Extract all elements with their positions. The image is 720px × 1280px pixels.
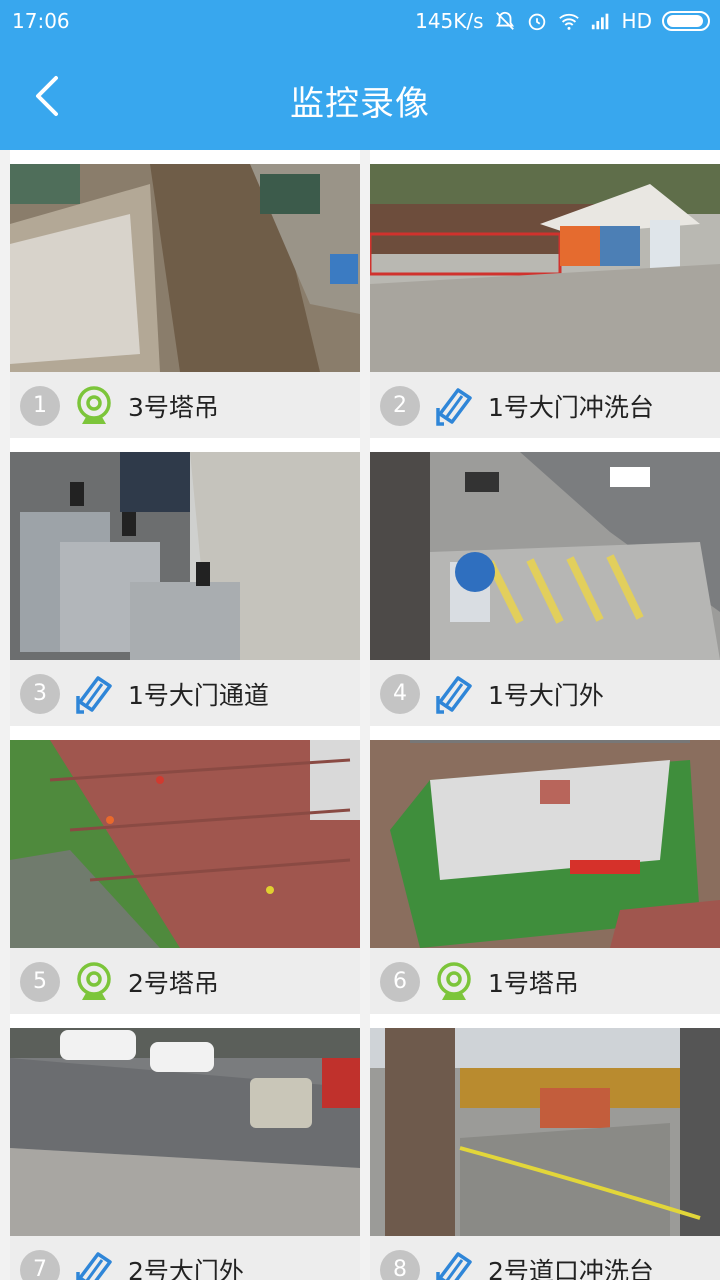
status-right: 145K/s HD bbox=[415, 6, 710, 36]
camera-thumbnail[interactable] bbox=[370, 164, 720, 372]
camera-index-badge: 1 bbox=[20, 386, 60, 426]
camera-index-badge: 4 bbox=[380, 674, 420, 714]
camera-label-row: 4 1号大门外 bbox=[370, 660, 720, 728]
bullet-camera-icon bbox=[436, 388, 472, 426]
camera-index-badge: 2 bbox=[380, 386, 420, 426]
network-speed: 145K/s bbox=[415, 9, 484, 33]
camera-index-badge: 6 bbox=[380, 962, 420, 1002]
camera-name: 1号大门外 bbox=[488, 681, 604, 710]
camera-grid: 1 3号塔吊 2 1号大门冲洗台 3 1号大门通道 4 1号大门外 5 2号塔吊… bbox=[0, 150, 720, 1280]
camera-index-badge: 8 bbox=[380, 1250, 420, 1280]
camera-card[interactable]: 2 1号大门冲洗台 bbox=[370, 150, 720, 440]
camera-label-row: 6 1号塔吊 bbox=[370, 948, 720, 1016]
camera-label-row: 1 3号塔吊 bbox=[10, 372, 360, 440]
page-title: 监控录像 bbox=[290, 84, 430, 124]
alarm-icon bbox=[528, 13, 545, 31]
camera-card[interactable]: 7 2号大门外 bbox=[10, 1014, 360, 1280]
camera-thumbnail[interactable] bbox=[370, 452, 720, 660]
dome-camera-icon bbox=[77, 962, 111, 1000]
dome-camera-icon bbox=[77, 386, 111, 424]
camera-label-row: 7 2号大门外 bbox=[10, 1236, 360, 1280]
camera-name: 1号大门冲洗台 bbox=[488, 393, 654, 422]
camera-thumbnail[interactable] bbox=[10, 740, 360, 948]
camera-card[interactable]: 6 1号塔吊 bbox=[370, 726, 720, 1016]
dome-camera-icon bbox=[437, 962, 471, 1000]
status-bar: 17:06 145K/s HD bbox=[0, 0, 720, 44]
app-bar: 监控录像 bbox=[0, 44, 720, 150]
bullet-camera-icon bbox=[436, 676, 472, 714]
battery-icon bbox=[662, 11, 710, 31]
camera-label-row: 8 2号道口冲洗台 bbox=[370, 1236, 720, 1280]
camera-card[interactable]: 1 3号塔吊 bbox=[10, 150, 360, 440]
camera-index-badge: 5 bbox=[20, 962, 60, 1002]
mute-icon bbox=[495, 11, 514, 30]
camera-name: 3号塔吊 bbox=[128, 393, 219, 422]
camera-thumbnail[interactable] bbox=[10, 452, 360, 660]
camera-label-row: 3 1号大门通道 bbox=[10, 660, 360, 728]
camera-index-badge: 7 bbox=[20, 1250, 60, 1280]
camera-label-row: 5 2号塔吊 bbox=[10, 948, 360, 1016]
camera-card[interactable]: 8 2号道口冲洗台 bbox=[370, 1014, 720, 1280]
bullet-camera-icon bbox=[76, 1252, 112, 1280]
wifi-icon bbox=[558, 13, 579, 30]
camera-name: 2号大门外 bbox=[128, 1257, 244, 1280]
camera-name: 2号塔吊 bbox=[128, 969, 219, 998]
camera-name: 2号道口冲洗台 bbox=[488, 1257, 654, 1280]
camera-card[interactable]: 3 1号大门通道 bbox=[10, 438, 360, 728]
camera-name: 1号塔吊 bbox=[488, 969, 579, 998]
bullet-camera-icon bbox=[436, 1252, 472, 1280]
camera-card[interactable]: 5 2号塔吊 bbox=[10, 726, 360, 1016]
camera-label-row: 2 1号大门冲洗台 bbox=[370, 372, 720, 440]
camera-thumbnail[interactable] bbox=[10, 1028, 360, 1236]
signal-icon bbox=[591, 13, 608, 30]
network-type: HD bbox=[621, 9, 652, 33]
camera-thumbnail[interactable] bbox=[370, 740, 720, 948]
camera-thumbnail[interactable] bbox=[370, 1028, 720, 1236]
camera-index-badge: 3 bbox=[20, 674, 60, 714]
camera-card[interactable]: 4 1号大门外 bbox=[370, 438, 720, 728]
bullet-camera-icon bbox=[76, 676, 112, 714]
camera-thumbnail[interactable] bbox=[10, 164, 360, 372]
status-time: 17:06 bbox=[12, 9, 70, 33]
camera-name: 1号大门通道 bbox=[128, 681, 269, 710]
